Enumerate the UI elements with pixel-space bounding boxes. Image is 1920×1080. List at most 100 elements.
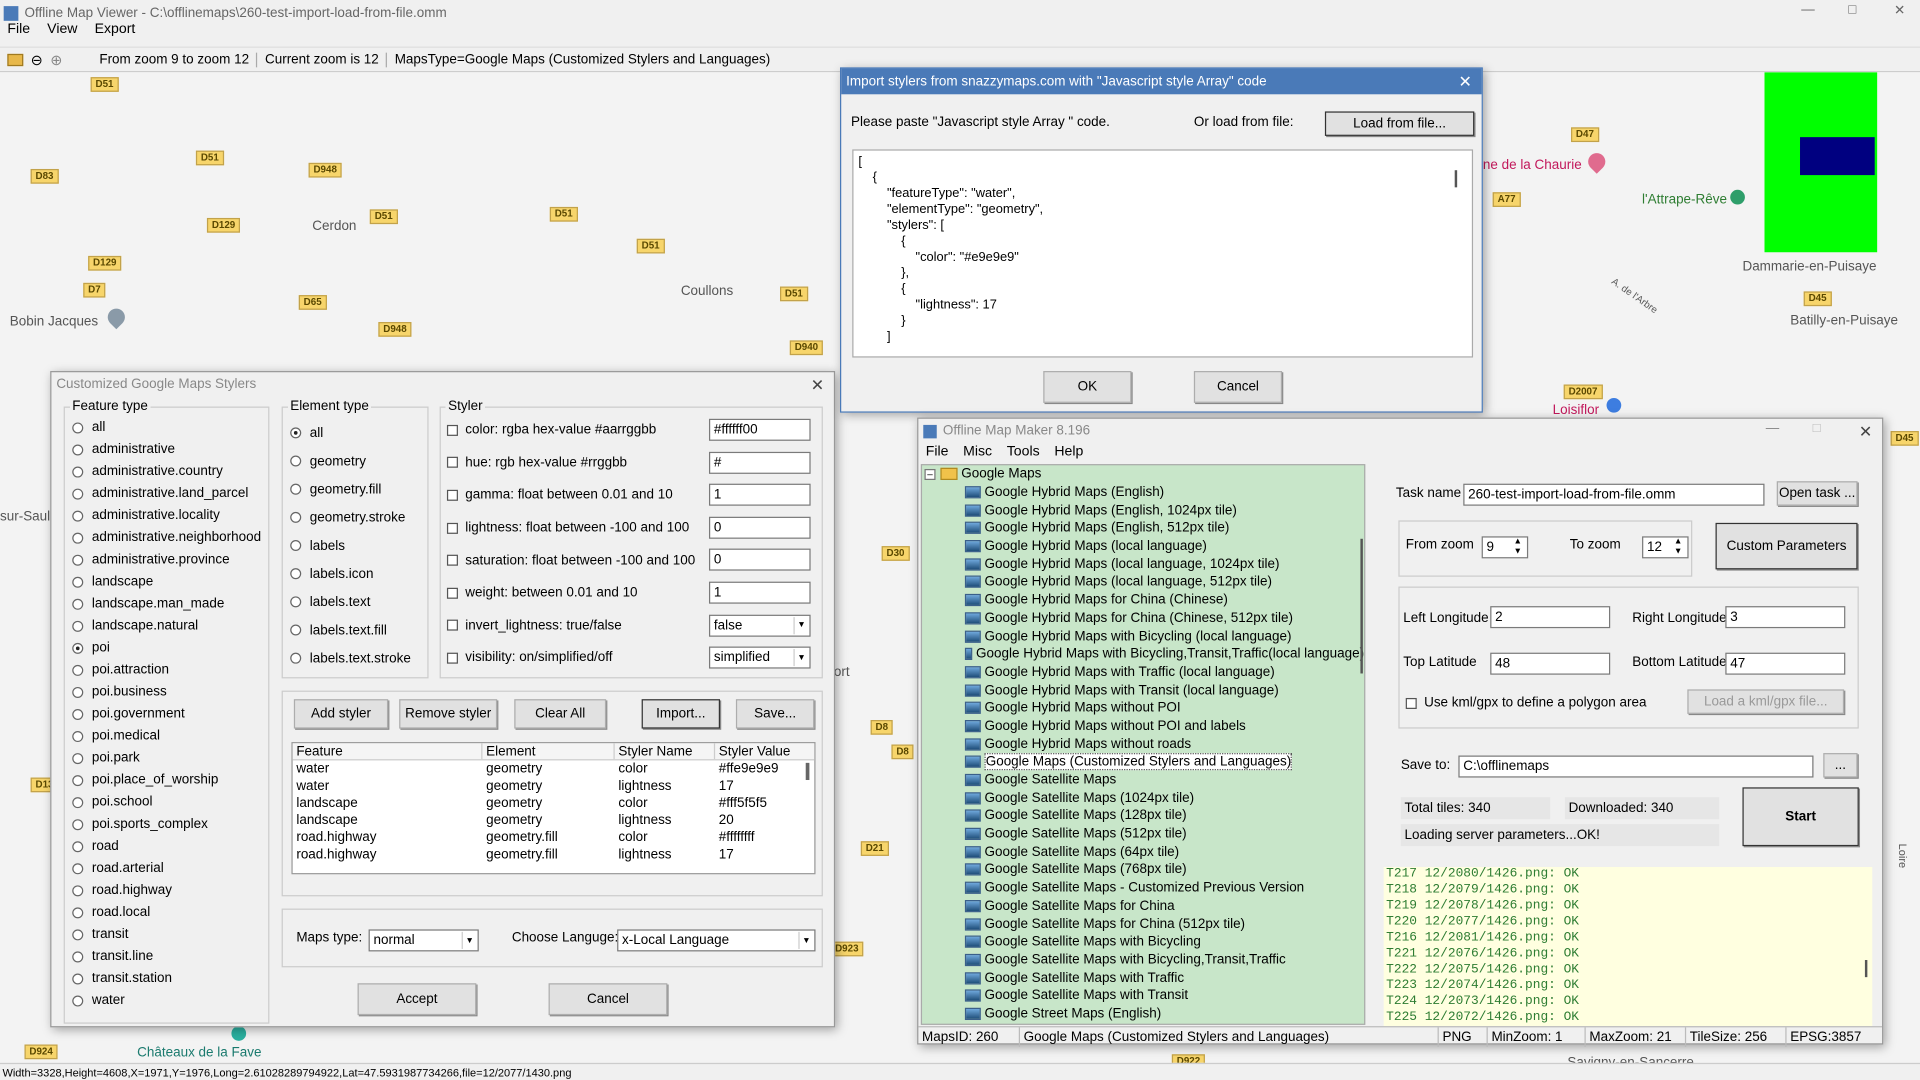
tree-item[interactable]: Google Hybrid Maps without POI and label… [922,717,1364,735]
radio-icon[interactable] [72,487,84,499]
radio-icon[interactable] [72,840,84,852]
zoom-in-icon[interactable]: ⊕ [50,51,62,68]
custom-parameters-button[interactable]: Custom Parameters [1715,522,1858,570]
feature-radio[interactable]: transit [65,923,268,945]
load-kml-button[interactable]: Load a kml/gpx file... [1687,689,1845,714]
close-icon[interactable]: ✕ [1859,422,1872,442]
minimize-icon[interactable]: — [1766,421,1779,436]
feature-radio[interactable]: administrative.province [65,549,268,571]
tree-item[interactable]: Google Satellite Maps - Customized Previ… [922,879,1364,897]
radio-icon[interactable] [72,598,84,610]
radio-icon[interactable] [290,652,302,664]
checkbox-icon[interactable] [446,554,458,566]
checkbox-icon[interactable] [446,587,458,599]
feature-radio[interactable]: poi.business [65,681,268,703]
radio-icon[interactable] [72,730,84,742]
radio-icon[interactable] [290,540,302,552]
radio-icon[interactable] [72,928,84,940]
code-textarea[interactable]: [ { "featureType": "water", "elementType… [852,149,1474,358]
radio-icon[interactable] [72,620,84,632]
feature-radio[interactable]: landscape.man_made [65,593,268,615]
radio-icon[interactable] [72,796,84,808]
styler-input[interactable]: # [708,451,811,474]
table-row[interactable]: landscape geometry color #fff5f5f5 [293,795,815,812]
radio-icon[interactable] [72,994,84,1006]
feature-radio[interactable]: water [65,989,268,1011]
feature-radio[interactable]: transit.line [65,945,268,967]
scrollbar[interactable] [1360,538,1363,674]
spinner-icon[interactable]: ▲ ▼ [1674,538,1682,558]
zoom-out-icon[interactable]: ⊖ [31,51,43,68]
feature-radio[interactable]: all [65,416,268,438]
ok-button[interactable]: OK [1043,371,1132,403]
close-icon[interactable]: ✕ [811,376,824,396]
feature-radio[interactable]: road.highway [65,879,268,901]
radio-icon[interactable] [290,596,302,608]
add-styler-button[interactable]: Add styler [293,699,389,729]
tree-item[interactable]: Google Satellite Maps for China [922,897,1364,915]
task-name-input[interactable]: 260-test-import-load-from-file.omm [1463,483,1765,506]
close-icon[interactable]: ✕ [1894,2,1905,19]
radio-icon[interactable] [72,421,84,433]
checkbox-icon[interactable] [446,620,458,632]
checkbox-icon[interactable] [446,652,458,664]
radio-icon[interactable] [72,818,84,830]
tree-item[interactable]: Google Satellite Maps [922,771,1364,789]
element-radio[interactable]: labels.icon [283,560,427,588]
load-from-file-button[interactable]: Load from file... [1324,111,1475,136]
maximize-icon[interactable]: □ [1813,421,1821,436]
styler-select[interactable]: simplified ▼ [708,646,811,669]
tree-item[interactable]: Google Hybrid Maps without POI [922,699,1364,717]
column-header[interactable]: Element [482,743,615,760]
tree-item[interactable]: Google Hybrid Maps (English) [922,483,1364,501]
feature-radio[interactable]: poi.government [65,703,268,725]
tree-item[interactable]: Google Satellite Maps (128px tile) [922,807,1364,825]
feature-radio[interactable]: administrative.land_parcel [65,482,268,504]
tree-item[interactable]: Google Hybrid Maps with Transit (local l… [922,681,1364,699]
maps-type-select[interactable]: normal ▼ [368,929,479,952]
styler-input[interactable]: 1 [708,483,811,506]
menu-export[interactable]: Export [95,22,136,37]
language-select[interactable]: x-Local Language ▼ [617,929,816,952]
feature-radio[interactable]: poi.medical [65,725,268,747]
tree-item[interactable]: Google Satellite Maps (64px tile) [922,843,1364,861]
bottom-latitude-input[interactable]: 47 [1725,652,1846,675]
menu-file[interactable]: File [7,22,30,37]
tree-item[interactable]: Google Street Maps (English) [922,1005,1364,1023]
maximize-icon[interactable]: □ [1848,2,1856,17]
radio-icon[interactable] [290,511,302,523]
clear-all-button[interactable]: Clear All [514,699,607,729]
radio-icon[interactable] [72,884,84,896]
element-radio[interactable]: labels.text [283,588,427,616]
radio-icon[interactable] [290,483,302,495]
table-row[interactable]: water geometry color #ffe9e9e9 [293,760,815,777]
checkbox-icon[interactable] [446,424,458,436]
styler-select[interactable]: false ▼ [708,614,811,637]
column-header[interactable]: Styler Value [715,743,813,759]
element-radio[interactable]: labels.text.fill [283,616,427,644]
feature-radio[interactable]: transit.station [65,967,268,989]
remove-styler-button[interactable]: Remove styler [399,699,498,729]
radio-icon[interactable] [290,624,302,636]
tree-item[interactable]: Google Hybrid Maps with Bicycling,Transi… [922,645,1364,663]
top-latitude-input[interactable]: 48 [1490,652,1611,675]
menu-view[interactable]: View [47,22,77,37]
radio-icon[interactable] [72,465,84,477]
tree-item[interactable]: Google Satellite Maps with Bicycling [922,933,1364,951]
radio-icon[interactable] [290,568,302,580]
start-button[interactable]: Start [1742,787,1859,847]
radio-icon[interactable] [72,664,84,676]
feature-radio[interactable]: poi [65,637,268,659]
tree-item[interactable]: Google Maps (Customized Stylers and Lang… [922,753,1364,771]
feature-radio[interactable]: administrative.neighborhood [65,527,268,549]
stylers-table[interactable]: Feature Element Styler Name Styler Value… [291,742,816,875]
tree-item[interactable]: Google Hybrid Maps with Bicycling (local… [922,627,1364,645]
radio-icon[interactable] [72,972,84,984]
column-header[interactable]: Styler Name [615,743,716,760]
radio-icon[interactable] [290,427,302,439]
close-icon[interactable]: ✕ [1458,72,1471,92]
open-folder-icon[interactable] [7,53,24,66]
styler-input[interactable]: 0 [708,516,811,539]
radio-icon[interactable] [72,950,84,962]
element-radio[interactable]: geometry [283,447,427,475]
